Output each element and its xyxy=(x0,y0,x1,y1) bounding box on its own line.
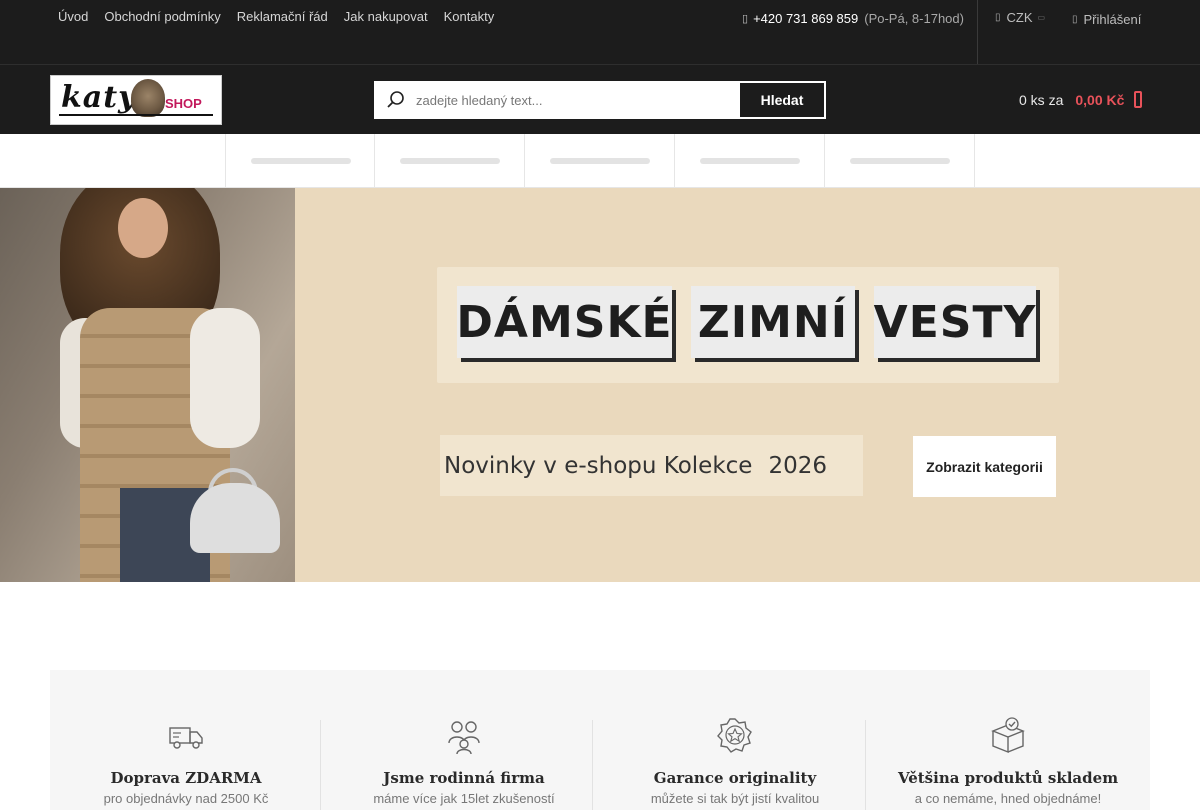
login-link[interactable]: ▯ Přihlášení xyxy=(1072,12,1141,27)
search-button[interactable]: Hledat xyxy=(740,83,824,117)
box-check-icon xyxy=(991,717,1025,754)
category-item-placeholder[interactable] xyxy=(225,134,375,187)
currency-icon: ▯ xyxy=(995,12,1001,23)
cart-icon xyxy=(1134,91,1143,108)
banner-title: DÁMSKÉ ZIMNÍ VESTY xyxy=(437,267,1059,383)
loading-bar xyxy=(250,157,351,164)
divider xyxy=(977,0,978,64)
category-item-placeholder[interactable] xyxy=(674,134,824,187)
category-nav xyxy=(0,134,1200,188)
currency-selector[interactable]: ▯ CZK ▭ xyxy=(995,10,1045,25)
cart-summary[interactable]: 0 ks za 0,00 Kč xyxy=(1019,91,1143,108)
nav-link-obchodni-podminky[interactable]: Obchodní podmínky xyxy=(104,9,220,24)
benefit-title: Garance originality xyxy=(653,769,817,787)
benefit-item: Doprava ZDARMA pro objednávky nad 2500 K… xyxy=(50,670,322,810)
cart-price: 0,00 Kč xyxy=(1075,91,1125,108)
user-icon: ▯ xyxy=(1072,14,1078,25)
benefit-item: Většina produktů skladem a co nemáme, hn… xyxy=(872,670,1144,810)
benefit-title: Doprava ZDARMA xyxy=(110,769,262,787)
benefit-title: Většina produktů skladem xyxy=(897,769,1119,787)
opening-hours: (Po-Pá, 8-17hod) xyxy=(864,11,964,26)
header: katy SHOP Hledat 0 ks za 0,00 Kč xyxy=(0,64,1200,134)
logo-shop: SHOP xyxy=(165,96,202,111)
nav-link-uvod[interactable]: Úvod xyxy=(58,9,88,24)
divider xyxy=(592,720,593,810)
login-label: Přihlášení xyxy=(1083,12,1142,27)
benefit-item: Garance originality můžete si tak být ji… xyxy=(599,670,871,810)
logo-underline xyxy=(59,114,213,116)
category-item-placeholder[interactable] xyxy=(824,134,974,187)
benefit-item: Jsme rodinná firma máme více jak 15let z… xyxy=(328,670,600,810)
search-form: Hledat xyxy=(374,81,826,119)
search-input[interactable] xyxy=(416,83,740,117)
banner-year: 2026 xyxy=(768,452,827,479)
benefits-strip: Doprava ZDARMA pro objednávky nad 2500 K… xyxy=(50,670,1150,810)
category-item-placeholder[interactable] xyxy=(524,134,674,187)
nav-link-kontakty[interactable]: Kontakty xyxy=(444,9,495,24)
logo-text: katy xyxy=(61,80,137,115)
cat-logo-icon xyxy=(131,79,165,117)
banner-subtitle: Novinky v e-shopu Kolekce 2026 xyxy=(440,435,863,496)
banner-subtitle-text: Novinky v e-shopu Kolekce xyxy=(444,452,753,479)
truck-icon xyxy=(169,727,203,749)
loading-bar xyxy=(399,157,500,164)
benefit-subtitle: můžete si tak být jistí kvalitou xyxy=(650,791,820,806)
site-logo[interactable]: katy SHOP xyxy=(50,75,222,125)
cart-count: 0 ks za xyxy=(1019,91,1064,108)
phone-icon: ▯ xyxy=(742,13,749,25)
show-category-button[interactable]: Zobrazit kategorii xyxy=(913,436,1056,497)
chevron-down-icon: ▭ xyxy=(1037,13,1046,22)
phone-number: +420 731 869 859 xyxy=(753,11,859,26)
nav-link-jak-nakupovat[interactable]: Jak nakupovat xyxy=(344,9,428,24)
badge-star-icon xyxy=(717,718,752,753)
banner-title-word: VESTY xyxy=(874,286,1036,358)
hero-banner[interactable]: DÁMSKÉ ZIMNÍ VESTY Novinky v e-shopu Kol… xyxy=(0,188,1200,582)
currency-label: CZK xyxy=(1006,10,1033,25)
divider xyxy=(320,720,321,810)
category-item-placeholder[interactable] xyxy=(374,134,524,187)
loading-bar xyxy=(849,157,950,164)
benefit-subtitle: máme více jak 15let zkušeností xyxy=(373,791,555,806)
nav-link-reklamacni-rad[interactable]: Reklamační řád xyxy=(237,9,328,24)
top-bar: Úvod Obchodní podmínky Reklamační řád Ja… xyxy=(0,0,1200,64)
benefit-title: Jsme rodinná firma xyxy=(383,769,545,787)
search-icon xyxy=(376,83,416,117)
loading-bar xyxy=(549,157,650,164)
benefit-subtitle: pro objednávky nad 2500 Kč xyxy=(103,791,269,806)
top-nav: Úvod Obchodní podmínky Reklamační řád Ja… xyxy=(50,9,502,24)
loading-bar xyxy=(699,157,800,164)
divider xyxy=(865,720,866,810)
banner-title-word: ZIMNÍ xyxy=(691,286,855,358)
phone-contact[interactable]: ▯ +420 731 869 859 (Po-Pá, 8-17hod) xyxy=(742,11,964,26)
banner-title-word: DÁMSKÉ xyxy=(456,286,672,358)
divider xyxy=(974,134,975,187)
banner-photo xyxy=(0,188,295,582)
benefit-subtitle: a co nemáme, hned objednáme! xyxy=(914,791,1102,806)
family-icon xyxy=(448,721,480,755)
